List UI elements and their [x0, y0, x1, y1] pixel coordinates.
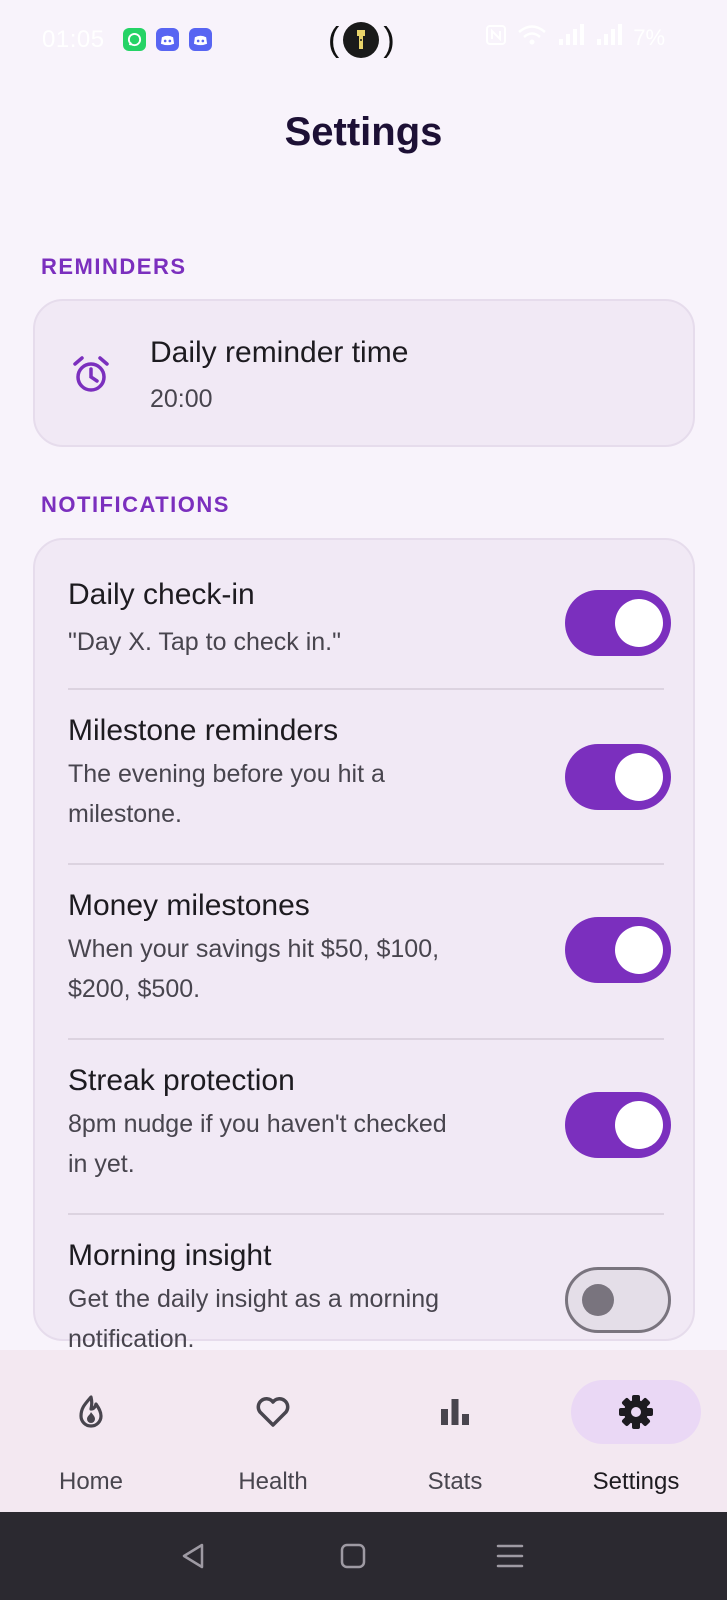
toggle-knob: [615, 926, 663, 974]
nav-label: Health: [238, 1468, 308, 1495]
nav-label: Stats: [427, 1468, 483, 1495]
flame-icon: [79, 1395, 103, 1428]
notification-description: Get the daily insight as a morning notif…: [68, 1285, 440, 1353]
nav-item-home[interactable]: Home: [0, 1350, 182, 1512]
alarm-clock-icon: [73, 356, 109, 392]
reminder-title: Daily reminder time: [150, 336, 409, 369]
toggle-knob: [615, 599, 663, 647]
battery-level: 7%: [633, 25, 665, 50]
notification-title: Milestone reminders: [68, 714, 339, 747]
flashlight-icon: [343, 22, 380, 58]
page-title: Settings: [284, 110, 443, 154]
money-milestones-toggle[interactable]: [565, 917, 671, 983]
notification-title: Money milestones: [68, 889, 310, 922]
reminder-time-value: 20:00: [150, 385, 213, 413]
notification-title: Daily check-in: [68, 578, 255, 611]
divider: [68, 688, 664, 690]
bar-chart-icon: [441, 1399, 469, 1425]
notification-title: Streak protection: [68, 1064, 295, 1097]
nav-label: Settings: [592, 1468, 680, 1495]
nav-label: Home: [58, 1468, 124, 1495]
wifi-icon: [517, 24, 547, 52]
status-time: 01:05: [42, 26, 105, 53]
status-bar: 01:05 ( ) 7%: [0, 0, 727, 80]
section-label-reminders: REMINDERS: [41, 254, 187, 279]
toggle-knob: [615, 753, 663, 801]
recents-menu-icon[interactable]: [490, 1536, 530, 1576]
divider: [68, 1038, 664, 1040]
toggle-knob: [615, 1101, 663, 1149]
notification-row-milestone-reminders[interactable]: Milestone reminders The evening before y…: [68, 714, 671, 854]
morning-insight-toggle[interactable]: [565, 1267, 671, 1333]
whatsapp-icon: [123, 28, 146, 51]
divider: [68, 1213, 664, 1215]
notification-row-daily-check-in[interactable]: Daily check-in "Day X. Tap to check in.": [68, 578, 671, 678]
gear-icon: [619, 1395, 653, 1429]
heart-icon: [256, 1397, 290, 1427]
notification-description: "Day X. Tap to check in.": [68, 628, 341, 656]
signal-icon: [595, 24, 623, 52]
notification-description: The evening before you hit a milestone.: [68, 760, 385, 828]
daily-check-in-toggle[interactable]: [565, 590, 671, 656]
status-indicators: 7%: [485, 24, 665, 52]
flashlight-indicator: ( ): [328, 21, 395, 59]
nav-item-health[interactable]: Health: [182, 1350, 364, 1512]
toggle-knob: [582, 1284, 614, 1316]
discord-icon: [189, 28, 212, 51]
nav-item-settings[interactable]: Settings: [545, 1350, 727, 1512]
notification-description: 8pm nudge if you haven't checked in yet.: [68, 1110, 447, 1178]
notification-description: When your savings hit $50, $100, $200, $…: [68, 935, 440, 1003]
notification-row-money-milestones[interactable]: Money milestones When your savings hit $…: [68, 889, 671, 1029]
divider: [68, 863, 664, 865]
notifications-card: Daily check-in "Day X. Tap to check in."…: [33, 538, 695, 1353]
nav-item-stats[interactable]: Stats: [364, 1350, 546, 1512]
section-label-notifications: NOTIFICATIONS: [41, 492, 230, 517]
notification-title: Morning insight: [68, 1239, 272, 1272]
system-navigation-bar: [0, 1512, 727, 1600]
bottom-navigation: Home Health Stats Settings: [0, 1350, 727, 1512]
signal-icon: [557, 24, 585, 52]
back-icon[interactable]: [174, 1536, 214, 1576]
nfc-icon: [485, 24, 507, 52]
notification-row-streak-protection[interactable]: Streak protection 8pm nudge if you haven…: [68, 1064, 671, 1204]
daily-reminder-time-item[interactable]: Daily reminder time 20:00: [33, 299, 695, 447]
home-button-icon[interactable]: [333, 1536, 373, 1576]
milestone-reminders-toggle[interactable]: [565, 744, 671, 810]
streak-protection-toggle[interactable]: [565, 1092, 671, 1158]
discord-icon: [156, 28, 179, 51]
